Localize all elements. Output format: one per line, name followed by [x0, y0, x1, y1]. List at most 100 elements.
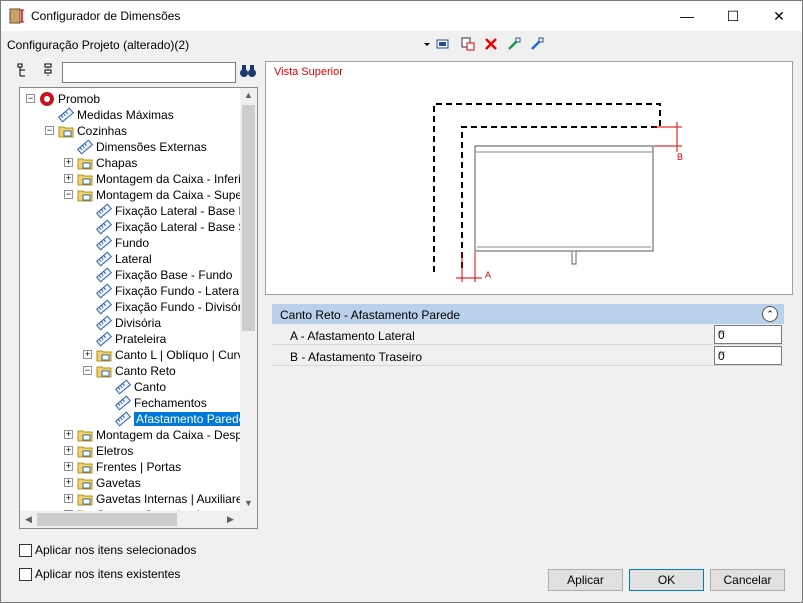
- copy-config-icon[interactable]: [460, 36, 476, 52]
- ruler-icon: [96, 299, 112, 315]
- tree-item[interactable]: + Montagem da Caixa - Inferior: [20, 171, 251, 187]
- tree-item-label: Divisória: [115, 316, 162, 330]
- expand-icon[interactable]: +: [64, 430, 73, 439]
- tree-item[interactable]: Medidas Máximas: [20, 107, 242, 123]
- scroll-right-arrow-icon[interactable]: ▶: [227, 514, 234, 525]
- tree-item-label: Montagem da Caixa - Despensa: [96, 428, 258, 442]
- ruler-icon: [96, 203, 112, 219]
- tree-item[interactable]: Prateleira: [20, 331, 242, 347]
- tree-item[interactable]: + Canto L | Oblíquo | Curvo: [20, 347, 250, 363]
- collapse-chevron-icon[interactable]: ⌃: [762, 306, 778, 322]
- top-view-drawing: Vista Superior A B: [265, 61, 793, 295]
- ruler-icon: [96, 267, 112, 283]
- tree-item-label: Fixação Lateral - Base Superior: [115, 220, 257, 234]
- tree-item[interactable]: Fixação Fundo - Divisória: [20, 299, 251, 315]
- tree-item[interactable]: − Cozinhas: [20, 123, 242, 139]
- property-value-b-dropdown[interactable]: 0 ⌵: [714, 346, 782, 365]
- tree-item[interactable]: Fixação Fundo - Lateral: [20, 283, 242, 299]
- tree-item[interactable]: Lateral: [20, 251, 242, 267]
- ruler-icon: [96, 331, 112, 347]
- expand-icon[interactable]: +: [64, 158, 73, 167]
- dimension-b-label: B: [677, 152, 683, 162]
- minimize-button[interactable]: —: [664, 1, 710, 31]
- window-title: Configurador de Dimensões: [31, 9, 181, 23]
- ruler-icon: [115, 411, 131, 427]
- search-input[interactable]: [62, 62, 236, 83]
- apply-existing-checkbox[interactable]: [19, 568, 32, 581]
- title-bar[interactable]: Configurador de Dimensões — ☐ ✕: [1, 1, 802, 31]
- expand-all-icon[interactable]: [17, 63, 33, 79]
- tree-item[interactable]: + Gavetas Internas | Auxiliares: [20, 491, 249, 507]
- expand-icon[interactable]: +: [64, 494, 73, 503]
- tree-item-label: Montagem da Caixa - Superior: [96, 188, 258, 202]
- tree-horizontal-scroll-thumb[interactable]: [37, 513, 177, 526]
- delete-icon[interactable]: [483, 36, 499, 52]
- tree-horizontal-scrollbar[interactable]: ◀ ▶: [20, 511, 257, 528]
- tree-item[interactable]: Fundo: [20, 235, 242, 251]
- scroll-down-arrow-icon[interactable]: ▼: [244, 498, 253, 508]
- tree-item[interactable]: Divisória: [20, 315, 242, 331]
- tree-item-label: Afastamento Parede: [134, 412, 248, 426]
- property-value-a-dropdown[interactable]: 0 ⌵: [714, 325, 782, 344]
- apply-existing-label: Aplicar nos itens existentes: [35, 567, 181, 581]
- dimension-a-label: A: [485, 270, 491, 280]
- promob-logo-icon: [40, 92, 54, 106]
- tree-item[interactable]: Dimensões Externas: [20, 139, 242, 155]
- tree-item-label: Prateleira: [115, 332, 167, 346]
- scroll-left-arrow-icon[interactable]: ◀: [25, 514, 32, 525]
- tree-item-label: Chapas: [96, 156, 138, 170]
- tree-item-label: Fixação Lateral - Base Inferior: [115, 204, 257, 218]
- chevron-down-icon[interactable]: ⌵: [718, 326, 778, 337]
- binoculars-icon[interactable]: [239, 63, 257, 79]
- tree-vertical-scrollbar[interactable]: ▲ ▼: [240, 88, 257, 512]
- collapse-icon[interactable]: −: [64, 190, 73, 199]
- tree-item[interactable]: + Montagem da Caixa - Despensa: [20, 427, 257, 443]
- expand-icon[interactable]: +: [83, 350, 92, 359]
- ok-button[interactable]: OK: [629, 569, 704, 591]
- import-icon[interactable]: [506, 36, 522, 52]
- tree-item-label: Dimensões Externas: [96, 140, 207, 154]
- property-row-b: B - Afastamento Traseiro 0 ⌵: [272, 345, 784, 366]
- property-row-a: A - Afastamento Lateral 0 ⌵: [272, 324, 784, 345]
- scroll-up-arrow-icon[interactable]: ▲: [244, 90, 253, 100]
- dropdown-arrow-icon[interactable]: [419, 36, 435, 52]
- tree-item[interactable]: + Eletros: [20, 443, 242, 459]
- maximize-button[interactable]: ☐: [710, 1, 756, 31]
- expand-icon[interactable]: +: [64, 462, 73, 471]
- apply-button[interactable]: Aplicar: [548, 569, 623, 591]
- tree-item-label: Gavetas Internas | Auxiliares: [96, 492, 249, 506]
- config-manager-icon[interactable]: [435, 36, 451, 52]
- expand-icon[interactable]: +: [64, 478, 73, 487]
- tree-item[interactable]: Afastamento Parede: [20, 411, 248, 427]
- tree-item[interactable]: Fechamentos: [20, 395, 242, 411]
- close-button[interactable]: ✕: [756, 1, 802, 31]
- tree-item[interactable]: − Promob: [20, 91, 242, 107]
- ruler-icon: [115, 379, 131, 395]
- options-tree[interactable]: − Promob Medidas Máximas − Cozinhas Dimensões…: [19, 87, 258, 529]
- tree-item[interactable]: + Frentes | Portas: [20, 459, 242, 475]
- collapse-icon[interactable]: −: [83, 366, 92, 375]
- chevron-down-icon[interactable]: ⌵: [718, 347, 778, 358]
- tree-vertical-scroll-thumb[interactable]: [242, 105, 255, 331]
- tree-item[interactable]: Canto: [20, 379, 242, 395]
- expand-icon[interactable]: +: [64, 446, 73, 455]
- folder-icon: [77, 174, 93, 186]
- tree-item[interactable]: − Canto Reto: [20, 363, 242, 379]
- apply-selected-checkbox[interactable]: [19, 544, 32, 557]
- expand-icon[interactable]: +: [64, 174, 73, 183]
- export-icon[interactable]: [529, 36, 545, 52]
- tree-item[interactable]: Fixação Lateral - Base Superior: [20, 219, 257, 235]
- collapse-all-icon[interactable]: [41, 63, 57, 79]
- dialog-window: Configurador de Dimensões — ☐ ✕ Configur…: [0, 0, 803, 603]
- collapse-icon[interactable]: −: [45, 126, 54, 135]
- tree-item[interactable]: Fixação Lateral - Base Inferior: [20, 203, 257, 219]
- tree-item[interactable]: + Chapas: [20, 155, 242, 171]
- tree-item[interactable]: Fixação Base - Fundo: [20, 267, 242, 283]
- cancel-button[interactable]: Cancelar: [710, 569, 785, 591]
- tree-item[interactable]: + Gavetas: [20, 475, 242, 491]
- collapse-icon[interactable]: −: [26, 94, 35, 103]
- tree-item-label: Canto: [134, 380, 167, 394]
- tree-item[interactable]: − Montagem da Caixa - Superior: [20, 187, 257, 203]
- section-header[interactable]: Canto Reto - Afastamento Parede ⌃: [272, 304, 784, 324]
- tree-item-label: Medidas Máximas: [77, 108, 174, 122]
